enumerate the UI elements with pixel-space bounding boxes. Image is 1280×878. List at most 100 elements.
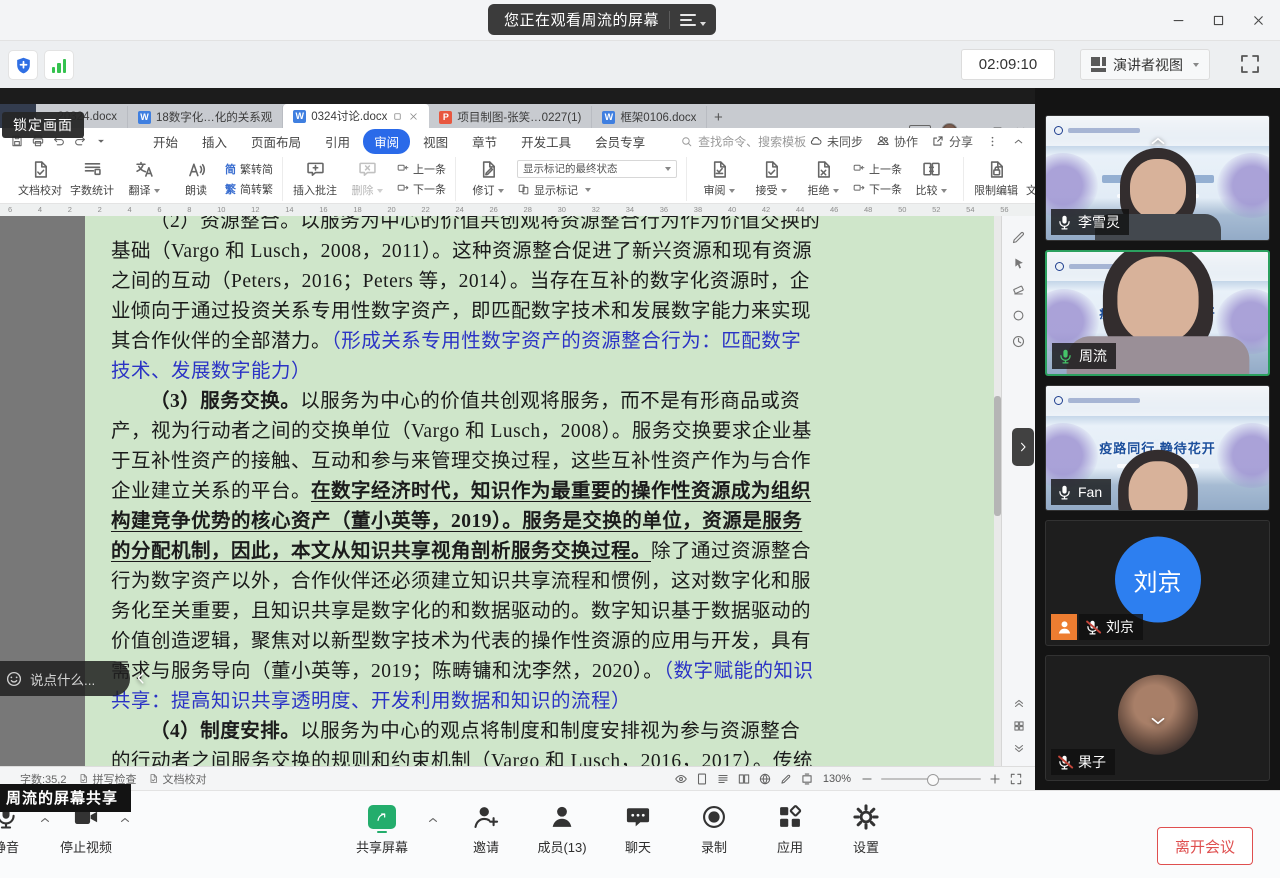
status-item[interactable]: 文档校对	[148, 771, 206, 787]
lock-screen-label[interactable]: 锁定画面	[2, 112, 84, 138]
menu-item[interactable]: 章节	[461, 129, 508, 154]
chevron-up-icon[interactable]	[1141, 130, 1175, 152]
ribbon-button[interactable]: 限制编辑	[973, 159, 1019, 198]
viewing-banner[interactable]: 您正在观看周流的屏幕	[488, 4, 716, 35]
ribbon-button[interactable]: 删除	[344, 159, 390, 198]
toolbar-record-button[interactable]: 录制	[682, 803, 746, 856]
ribbon-small-button[interactable]: 显示标记	[517, 182, 677, 198]
page-view-icon[interactable]	[695, 772, 709, 786]
ribbon-button[interactable]: 审阅	[696, 159, 742, 198]
quick-chat-input[interactable]: 说点什么...	[0, 661, 130, 696]
fullpage-icon[interactable]	[1009, 772, 1023, 786]
network-quality-button[interactable]	[44, 50, 74, 80]
zoom-slider[interactable]	[881, 778, 981, 780]
menu-item[interactable]: 审阅	[363, 129, 410, 154]
new-tab-button[interactable]: +	[707, 106, 729, 128]
chevron-up-icon[interactable]	[38, 813, 52, 827]
wps-tab[interactable]: W 18数字化…化的关系观	[128, 106, 283, 128]
wps-tab[interactable]: P 项目制图-张笑…0227(1)	[429, 106, 592, 128]
fullscreen-button[interactable]	[1238, 52, 1262, 76]
participant-tile[interactable]: 疫路同行 静待花开 Fan	[1045, 385, 1270, 511]
chevron-up-icon[interactable]	[118, 813, 132, 827]
banner-menu-icon[interactable]	[680, 14, 696, 26]
cols-view-icon[interactable]	[737, 772, 751, 786]
grid-icon[interactable]	[1012, 719, 1026, 733]
eye-view-icon[interactable]	[674, 772, 688, 786]
ribbon-button[interactable]: 拒绝	[800, 159, 846, 198]
toolbar-apps-button[interactable]: 应用	[758, 803, 822, 856]
fit-page-icon[interactable]	[800, 772, 814, 786]
menu-item[interactable]: 开发工具	[510, 129, 582, 154]
zoom-in-icon[interactable]	[988, 772, 1002, 786]
chevron-down-icon[interactable]	[700, 22, 706, 26]
pen-view-icon[interactable]	[779, 772, 793, 786]
menu-item[interactable]: 插入	[191, 129, 238, 154]
eraser-tool-icon[interactable]	[1011, 282, 1026, 297]
participant-tile[interactable]: 疫路同行 静待花开 周流	[1045, 250, 1270, 376]
ribbon-button[interactable]: 文档校对	[17, 159, 63, 198]
participant-tile[interactable]: 李雪灵	[1045, 115, 1270, 241]
cursor-tool-icon[interactable]	[1011, 256, 1026, 271]
menu-item[interactable]: 开始	[142, 129, 189, 154]
ribbon-small-button[interactable]: 上一条	[396, 161, 446, 177]
menu-item[interactable]: 会员专享	[584, 129, 656, 154]
tab-close-icon[interactable]	[408, 111, 419, 122]
command-search[interactable]: 查找命令、搜索模板	[680, 133, 806, 150]
ribbon-button[interactable]: 朗读	[173, 159, 219, 198]
pencil-tool-icon[interactable]	[1011, 230, 1026, 245]
menubar-action[interactable]: 未同步	[809, 133, 863, 150]
collapse-ribbon-icon[interactable]	[1012, 135, 1025, 148]
markup-state-dropdown[interactable]: 显示标记的最终状态	[517, 160, 677, 178]
toolbar-gear-button[interactable]: 设置	[834, 803, 898, 856]
caretDown-icon[interactable]	[94, 134, 108, 148]
wps-tab[interactable]: W 0324讨论.docx	[283, 104, 429, 128]
ribbon-button[interactable]: 插入批注	[292, 159, 338, 198]
chevsUp-icon[interactable]	[1012, 696, 1026, 710]
more-options-icon[interactable]	[986, 135, 999, 148]
toolbar-person-button[interactable]: 成员(13)	[530, 803, 594, 856]
linesIc-view-icon[interactable]	[716, 772, 730, 786]
leave-meeting-button[interactable]: 离开会议	[1157, 827, 1253, 865]
zoom-out-icon[interactable]	[860, 772, 874, 786]
menubar-action[interactable]: 协作	[876, 133, 918, 150]
menu-item[interactable]: 引用	[314, 129, 361, 154]
menu-item[interactable]: 页面布局	[240, 129, 312, 154]
document-page[interactable]: （2）资源整合。以服务为中心的价值共创观将资源整合行为作为价值交换的基础（Var…	[85, 216, 1000, 766]
participant-tile[interactable]: 刘京 刘京	[1045, 520, 1270, 646]
security-button[interactable]	[8, 50, 38, 80]
circleO-tool-icon[interactable]	[1011, 308, 1026, 323]
globe-view-icon[interactable]	[758, 772, 772, 786]
chevron-down-icon[interactable]	[1141, 710, 1175, 732]
participant-tile[interactable]: 果子	[1045, 655, 1270, 781]
ribbon-small-button[interactable]: 下一条	[852, 181, 902, 197]
menubar-action[interactable]: 分享	[931, 133, 973, 150]
ribbon-small-button[interactable]: 上一条	[852, 161, 902, 177]
tab-flag-icon[interactable]	[392, 111, 403, 122]
ribbon-button[interactable]: 修订	[465, 159, 511, 198]
chat-collapse-icon[interactable]	[132, 668, 150, 688]
ribbon-small-button[interactable]: 简繁转简	[225, 161, 273, 177]
chevron-up-icon[interactable]	[426, 813, 440, 827]
view-mode-selector[interactable]: 演讲者视图	[1080, 49, 1210, 80]
clock-tool-icon[interactable]	[1011, 334, 1026, 349]
ribbon-button[interactable]: 字数统计	[69, 159, 115, 198]
toolbar-personPlus-button[interactable]: 邀请	[454, 803, 518, 856]
menu-item[interactable]: 视图	[412, 129, 459, 154]
ribbon-small-button[interactable]: 繁简转繁	[225, 181, 273, 197]
zoom-knob[interactable]	[927, 774, 939, 786]
smiley-icon[interactable]	[5, 670, 23, 688]
close-button[interactable]	[1244, 6, 1272, 34]
toolbar-chat-button[interactable]: 聊天	[606, 803, 670, 856]
ribbon-button[interactable]: 接受	[748, 159, 794, 198]
toolbar-share-button[interactable]: 共享屏幕	[350, 803, 414, 856]
ribbon-small-button[interactable]: 下一条	[396, 181, 446, 197]
chevsDown-icon[interactable]	[1012, 742, 1026, 756]
maximize-button[interactable]	[1204, 6, 1232, 34]
ribbon-button[interactable]: 翻译	[121, 159, 167, 198]
wps-tab[interactable]: W 框架0106.docx	[592, 106, 707, 128]
scrollbar-thumb[interactable]	[994, 396, 1001, 516]
sidebar-expand-button[interactable]	[1012, 428, 1034, 466]
scrollbar[interactable]	[994, 216, 1001, 766]
ribbon-button[interactable]: 比较	[908, 159, 954, 198]
minimize-button[interactable]	[1164, 6, 1192, 34]
